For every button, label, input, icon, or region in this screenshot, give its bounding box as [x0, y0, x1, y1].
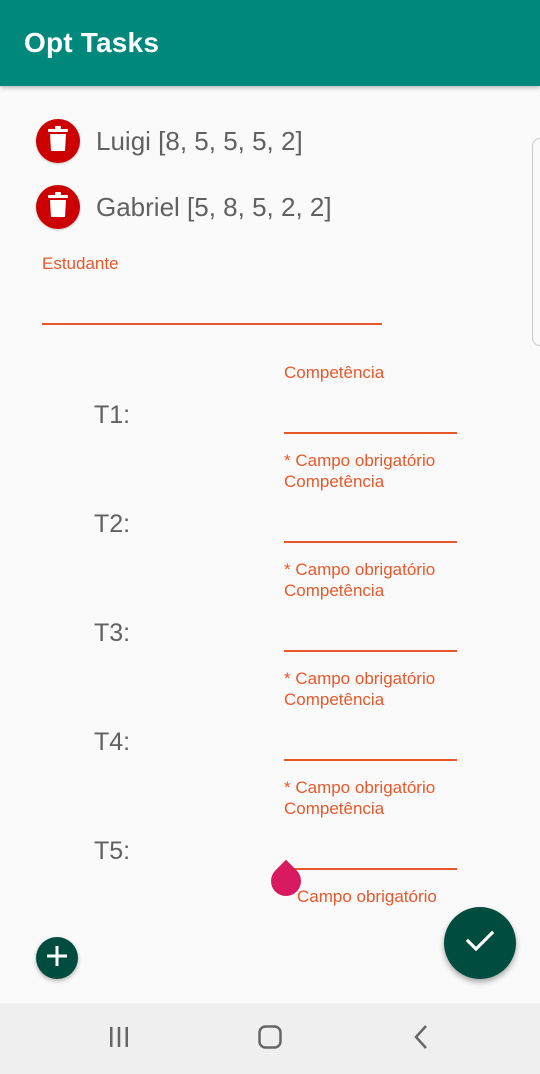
competence-input-t5[interactable] [284, 868, 457, 870]
task-label-t2: T2: [94, 510, 131, 538]
competence-input-t2[interactable] [284, 541, 457, 543]
trash-icon [47, 125, 69, 157]
competence-input-t1[interactable] [284, 432, 457, 434]
recents-icon [106, 1025, 132, 1054]
delete-student-button[interactable] [36, 185, 80, 229]
back-icon [411, 1024, 431, 1055]
student-row: Gabriel [5, 8, 5, 2, 2] [36, 185, 332, 229]
helper-text-t1: * Campo obrigatório [284, 451, 436, 470]
helper-text-t4: * Campo obrigatório [284, 778, 436, 797]
task-label-t5: T5: [94, 837, 131, 865]
recents-button[interactable] [103, 1023, 135, 1055]
task-label-t4: T4: [94, 728, 131, 756]
trash-icon [47, 191, 69, 223]
student-label: Luigi [8, 5, 5, 5, 2] [96, 125, 303, 156]
scroll-indicator[interactable] [532, 138, 540, 346]
student-field-label: Estudante [42, 254, 119, 273]
add-icon [46, 945, 68, 972]
app-title: Opt Tasks [24, 27, 160, 58]
competence-input-t3[interactable] [284, 650, 457, 652]
app-bar: Opt Tasks [0, 0, 540, 86]
competence-label-t4: Competência [284, 690, 385, 709]
check-icon [465, 929, 495, 958]
competence-label-t5: Competência [284, 799, 385, 818]
competence-label-t1: Competência [284, 363, 385, 382]
home-icon [257, 1024, 283, 1055]
student-input[interactable] [42, 323, 382, 325]
delete-student-button[interactable] [36, 119, 80, 163]
student-label: Gabriel [5, 8, 5, 2, 2] [96, 191, 332, 222]
helper-text-t5: Campo obrigatório [297, 887, 437, 906]
add-student-button[interactable] [36, 937, 78, 979]
helper-text-t2: * Campo obrigatório [284, 560, 436, 579]
confirm-button[interactable] [444, 907, 516, 979]
task-label-t1: T1: [94, 401, 131, 429]
competence-input-t4[interactable] [284, 759, 457, 761]
helper-text-t3: * Campo obrigatório [284, 669, 436, 688]
back-button[interactable] [405, 1023, 437, 1055]
system-nav-bar [0, 1003, 540, 1074]
competence-label-t3: Competência [284, 581, 385, 600]
competence-label-t2: Competência [284, 472, 385, 491]
student-row: Luigi [8, 5, 5, 5, 2] [36, 119, 303, 163]
home-button[interactable] [254, 1023, 286, 1055]
task-label-t3: T3: [94, 619, 131, 647]
